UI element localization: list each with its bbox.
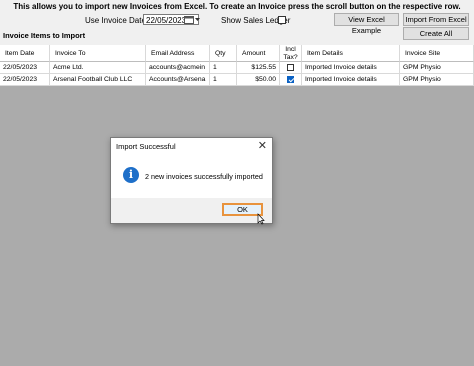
cell-qty[interactable]: 1 [210, 62, 237, 74]
dialog-footer: OK [111, 198, 272, 223]
incl-tax-checkbox[interactable] [287, 64, 294, 71]
instructions-header: This allows you to import new Invoices f… [13, 2, 461, 11]
column-header-amount[interactable]: Amount [237, 45, 280, 62]
cell-qty[interactable]: 1 [210, 74, 237, 86]
dialog-title: Import Successful [116, 142, 176, 151]
column-header-email-address[interactable]: Email Address [146, 45, 210, 62]
use-invoice-date-label: Use Invoice Date [85, 16, 146, 25]
view-excel-example-button[interactable]: View Excel Example [334, 13, 399, 35]
column-header-item-date[interactable]: Item Date [0, 45, 50, 62]
column-header-incl-tax[interactable]: Incl Tax? [280, 45, 302, 62]
import-successful-dialog: Import Successful ✕ i 2 new invoices suc… [110, 137, 273, 224]
table-row[interactable]: 22/05/2023 Arsenal Football Club LLC Acc… [0, 74, 474, 86]
mouse-cursor-icon [257, 213, 265, 225]
cell-incl-tax[interactable] [280, 74, 302, 86]
dialog-message: 2 new invoices successfully imported [145, 172, 263, 181]
cell-invoice-to[interactable]: Arsenal Football Club LLC [50, 74, 146, 86]
table-row[interactable]: 22/05/2023 Acme Ltd. accounts@acmein 1 $… [0, 62, 474, 74]
import-from-excel-button[interactable]: Import From Excel [403, 13, 469, 26]
column-header-invoice-site[interactable]: Invoice Site [400, 45, 474, 62]
cell-amount[interactable]: $125.55 [237, 62, 280, 74]
cell-item-date[interactable]: 22/05/2023 [0, 62, 50, 74]
cell-incl-tax[interactable] [280, 62, 302, 74]
cell-item-details[interactable]: Imported Invoice details [302, 74, 400, 86]
cell-invoice-site[interactable]: GPM Physio [400, 62, 474, 74]
column-header-qty[interactable]: Qty [210, 45, 237, 62]
cell-email-address[interactable]: Accounts@Arsena [146, 74, 210, 86]
cell-email-address[interactable]: accounts@acmein [146, 62, 210, 74]
column-header-invoice-to[interactable]: Invoice To [50, 45, 146, 62]
column-header-item-details[interactable]: Item Details [302, 45, 400, 62]
cell-item-details[interactable]: Imported Invoice details [302, 62, 400, 74]
info-icon: i [123, 167, 139, 183]
show-sales-ledger-checkbox[interactable] [278, 16, 286, 24]
cell-invoice-to[interactable]: Acme Ltd. [50, 62, 146, 74]
incl-tax-checkbox[interactable] [287, 76, 294, 83]
cell-item-date[interactable]: 22/05/2023 [0, 74, 50, 86]
cell-amount[interactable]: $50.00 [237, 74, 280, 86]
cell-invoice-site[interactable]: GPM Physio [400, 74, 474, 86]
create-all-button[interactable]: Create All [403, 27, 469, 40]
chevron-down-icon[interactable] [195, 17, 200, 22]
section-title: Invoice Items to Import [3, 31, 86, 40]
close-icon[interactable]: ✕ [258, 139, 267, 152]
calendar-icon[interactable] [184, 15, 194, 24]
